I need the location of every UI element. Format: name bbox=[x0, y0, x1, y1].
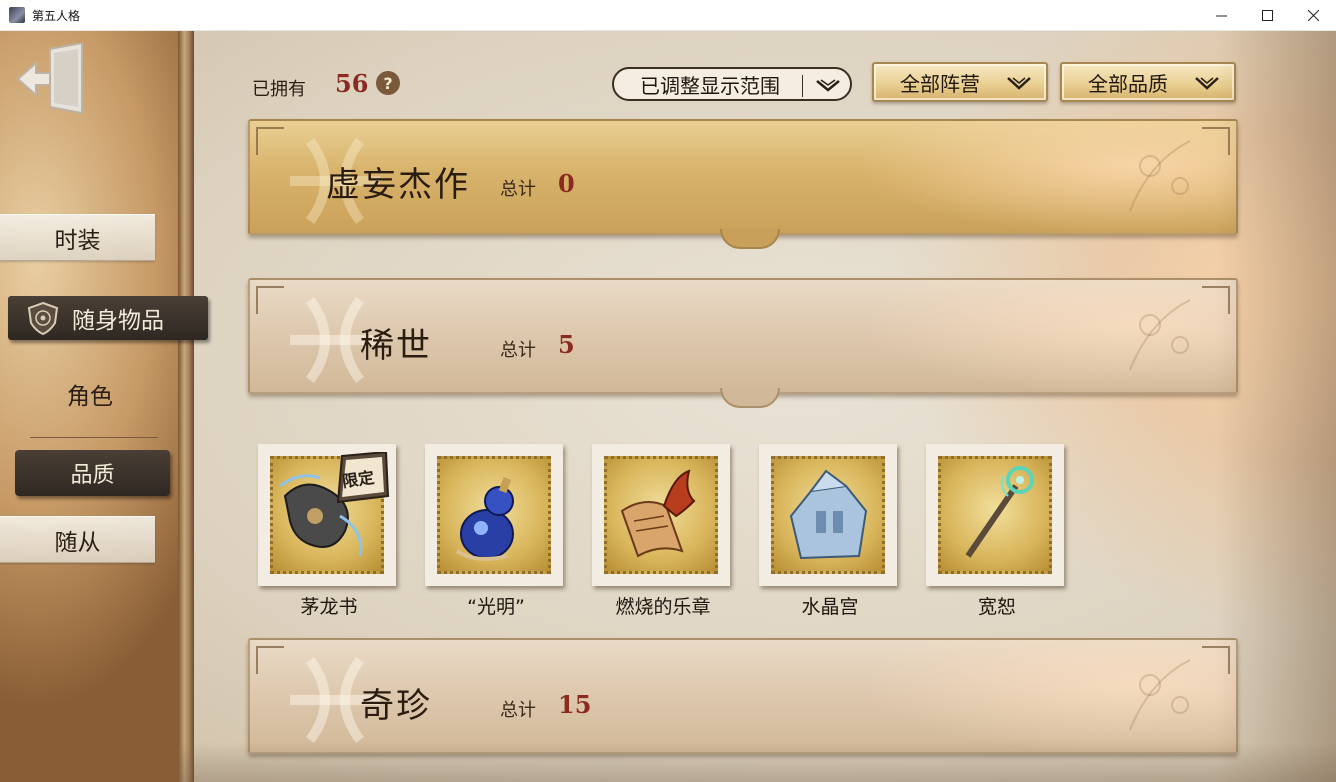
sidebar-tab-follower[interactable]: 随从 bbox=[0, 516, 155, 563]
camp-filter-dropdown[interactable]: 全部阵营 bbox=[872, 62, 1048, 102]
window-title: 第五人格 bbox=[32, 8, 81, 23]
sidebar-edge bbox=[178, 31, 194, 782]
window-titlebar: 第五人格 bbox=[0, 0, 1336, 31]
banner-corner bbox=[256, 286, 284, 314]
minimize-button[interactable] bbox=[1198, 0, 1244, 30]
category-banner-masterpiece[interactable]: 虚妄杰作 总计 0 bbox=[248, 119, 1238, 249]
blue-gourd-icon bbox=[455, 477, 514, 562]
category-title: 虚妄杰作 bbox=[326, 165, 470, 205]
app-icon bbox=[9, 7, 25, 23]
display-range-dropdown[interactable]: 已调整显示范围 bbox=[612, 67, 852, 101]
owned-count: 56 bbox=[335, 69, 369, 98]
quality-filter-dropdown[interactable]: 全部品质 bbox=[1060, 62, 1236, 102]
item-name: “光明” bbox=[467, 596, 525, 618]
maximize-button[interactable] bbox=[1244, 0, 1290, 30]
sidebar-tab-label: 随身物品 bbox=[72, 308, 164, 334]
item-name: 水晶宫 bbox=[801, 596, 859, 618]
camp-filter-label: 全部阵营 bbox=[900, 71, 980, 96]
sidebar-tab-role[interactable]: 角色 bbox=[0, 369, 180, 419]
item-card[interactable]: 燃烧的乐章 bbox=[592, 444, 734, 618]
owned-label: 已拥有 bbox=[252, 79, 306, 100]
category-total-value: 0 bbox=[558, 169, 575, 198]
vignette-bottom bbox=[180, 742, 1336, 782]
sidebar-tab-label: 品质 bbox=[70, 463, 115, 488]
chevron-down-icon bbox=[1007, 77, 1031, 90]
sidebar-tab-quality[interactable]: 品质 bbox=[15, 450, 170, 496]
item-name: 宽恕 bbox=[977, 596, 1016, 618]
exit-door-icon bbox=[16, 41, 83, 115]
crystal-palace-icon bbox=[789, 469, 868, 560]
limited-badge-label: 限定 bbox=[341, 467, 376, 492]
category-title: 稀世 bbox=[360, 326, 432, 366]
dropdown-separator bbox=[802, 75, 803, 97]
category-total-label: 总计 bbox=[500, 179, 536, 200]
item-card[interactable]: “光明” bbox=[425, 444, 567, 618]
category-banner-treasure[interactable]: 奇珍 总计 15 bbox=[248, 638, 1238, 754]
sidebar-tab-accessories[interactable]: 随身物品 bbox=[8, 296, 208, 340]
close-button[interactable] bbox=[1290, 0, 1336, 30]
category-banner-rare[interactable]: 稀世 总计 5 bbox=[248, 278, 1238, 408]
category-title: 奇珍 bbox=[360, 686, 432, 726]
maximize-icon bbox=[1261, 9, 1273, 21]
display-range-label: 已调整显示范围 bbox=[640, 73, 780, 98]
vignette-right bbox=[1216, 31, 1336, 782]
item-name: 茅龙书 bbox=[300, 596, 358, 618]
game-canvas: 时装 随身物品 角色 品质 随从 已拥有 56 ? 已调整显示范围 全部阵营 全… bbox=[0, 31, 1336, 782]
category-total-label: 总计 bbox=[500, 700, 536, 721]
category-total-value: 15 bbox=[558, 690, 592, 719]
item-card[interactable]: 限定 茅龙书 bbox=[258, 444, 400, 618]
window-controls bbox=[1198, 0, 1336, 30]
close-icon bbox=[1307, 9, 1319, 21]
minimize-icon bbox=[1215, 15, 1227, 16]
forgiveness-staff-icon bbox=[965, 466, 1034, 558]
category-total-label: 总计 bbox=[500, 340, 536, 361]
sidebar-tab-label: 时装 bbox=[54, 227, 101, 254]
sidebar-tab-label: 随从 bbox=[54, 529, 101, 556]
sidebar-tab-costume[interactable]: 时装 bbox=[0, 214, 155, 261]
help-icon[interactable]: ? bbox=[376, 71, 400, 95]
shield-crest-icon bbox=[27, 301, 59, 335]
banner-corner bbox=[256, 127, 284, 155]
item-name: 燃烧的乐章 bbox=[615, 596, 711, 618]
chevron-down-icon bbox=[816, 79, 840, 92]
item-card[interactable]: 水晶宫 bbox=[759, 444, 901, 618]
item-card[interactable]: 宽恕 bbox=[926, 444, 1068, 618]
sidebar-divider bbox=[30, 437, 158, 438]
banner-notch bbox=[720, 388, 780, 408]
back-button[interactable] bbox=[16, 41, 88, 117]
quality-filter-label: 全部品质 bbox=[1088, 71, 1168, 96]
burning-score-icon bbox=[620, 469, 696, 558]
category-total-value: 5 bbox=[558, 330, 575, 359]
sidebar-tab-label: 角色 bbox=[67, 384, 113, 410]
banner-corner bbox=[256, 646, 284, 674]
banner-notch bbox=[720, 229, 780, 249]
